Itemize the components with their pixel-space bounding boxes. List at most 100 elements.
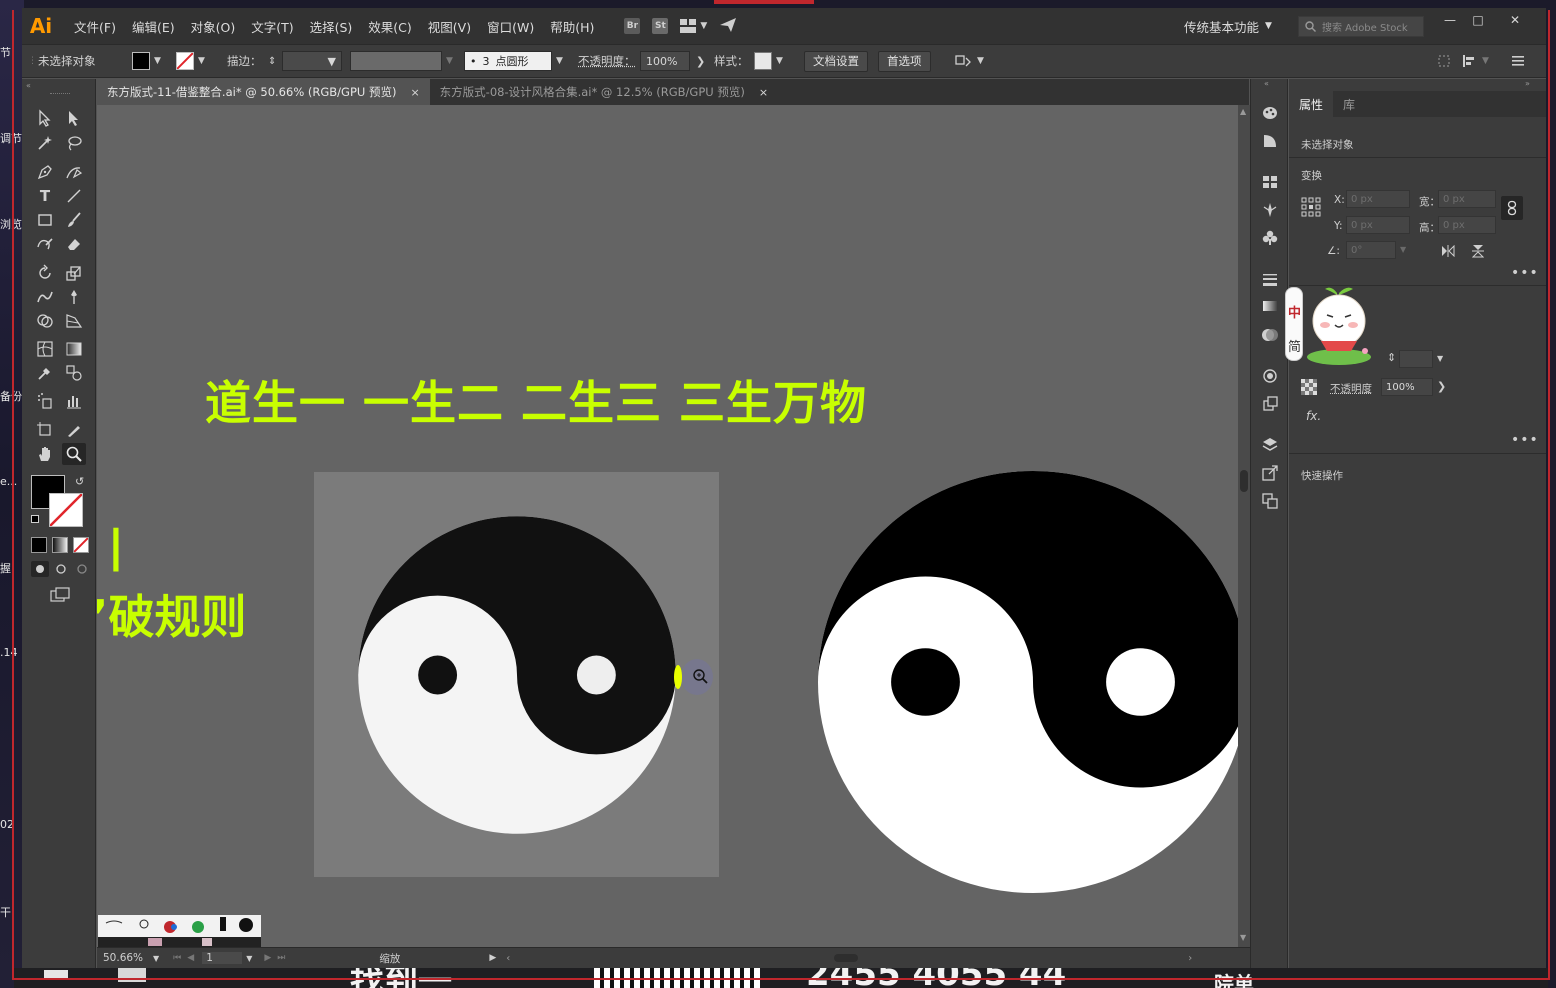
menu-effect[interactable]: 效果(C) bbox=[360, 8, 419, 44]
stroke-swatch[interactable]: ▼ bbox=[176, 45, 205, 77]
chevron-down-icon[interactable]: ▼ bbox=[1400, 245, 1406, 254]
chevron-down-icon[interactable]: ▼ bbox=[153, 954, 159, 963]
hand-tool-icon[interactable] bbox=[33, 443, 57, 465]
artboards-icon[interactable] bbox=[1259, 490, 1281, 512]
rectangle-tool-icon[interactable] bbox=[33, 209, 57, 231]
last-artboard-icon[interactable]: ⏭ bbox=[277, 953, 285, 963]
previous-artboard-icon[interactable]: ◀ bbox=[187, 953, 194, 963]
menu-edit[interactable]: 编辑(E) bbox=[124, 8, 183, 44]
opacity-field[interactable]: 100% ❯ bbox=[640, 45, 705, 77]
fill-swatch[interactable]: ▼ bbox=[132, 45, 161, 77]
opacity-field[interactable]: 100% bbox=[1381, 378, 1433, 396]
stepper-icon[interactable]: ⇕ bbox=[1387, 351, 1396, 364]
yin-yang-raster[interactable] bbox=[350, 513, 684, 837]
symbols-icon[interactable] bbox=[1259, 227, 1281, 249]
screen-mode-icon[interactable] bbox=[50, 587, 70, 606]
close-button[interactable]: ✕ bbox=[1500, 8, 1530, 32]
horizontal-scroll-thumb[interactable] bbox=[834, 954, 859, 962]
menu-select[interactable]: 选择(S) bbox=[302, 8, 361, 44]
perspective-grid-tool-icon[interactable] bbox=[62, 310, 86, 332]
scroll-right-icon[interactable]: › bbox=[1188, 953, 1192, 964]
transform-icon[interactable] bbox=[1437, 45, 1451, 77]
pen-tool-icon[interactable] bbox=[33, 161, 57, 183]
flip-vertical-icon[interactable] bbox=[1472, 244, 1484, 258]
stock-search-input[interactable]: 搜索 Adobe Stock bbox=[1298, 16, 1424, 37]
scroll-left-icon[interactable]: ‹ bbox=[506, 953, 510, 964]
workspace-switcher[interactable]: 传统基本功能 ▼ bbox=[1184, 8, 1272, 44]
puppet-warp-tool-icon[interactable] bbox=[62, 286, 86, 308]
more-options-icon[interactable]: ••• bbox=[1511, 265, 1539, 281]
draw-behind-icon[interactable] bbox=[52, 561, 70, 577]
type-tool-icon[interactable]: T bbox=[33, 185, 57, 207]
scroll-down-icon[interactable]: ▼ bbox=[1240, 933, 1246, 942]
x-field[interactable]: 0 px bbox=[1346, 190, 1410, 208]
tab-libraries[interactable]: 库 bbox=[1333, 91, 1365, 117]
draw-normal-icon[interactable] bbox=[31, 561, 49, 577]
color-panel-icon[interactable] bbox=[1259, 101, 1281, 123]
zoom-level[interactable]: 50.66% bbox=[103, 952, 145, 964]
angle-field[interactable]: 0° bbox=[1346, 241, 1396, 259]
collapse-icon[interactable]: « bbox=[26, 81, 31, 90]
next-artboard-icon[interactable]: ▶ bbox=[264, 953, 271, 963]
stroke-panel-icon[interactable] bbox=[1259, 268, 1281, 290]
effects-icon[interactable]: fx. bbox=[1306, 409, 1321, 423]
none-mode-icon[interactable] bbox=[73, 537, 89, 553]
vertical-scrollbar[interactable]: ▲ ▼ bbox=[1238, 105, 1250, 947]
menu-help[interactable]: 帮助(H) bbox=[542, 8, 602, 44]
transparency-icon[interactable] bbox=[1259, 324, 1281, 346]
opacity-label[interactable]: 不透明度： bbox=[578, 45, 636, 77]
panel-menu-icon[interactable] bbox=[1512, 45, 1524, 77]
ime-mascot-icon[interactable] bbox=[1301, 285, 1377, 367]
layers-icon[interactable] bbox=[1259, 434, 1281, 456]
minimize-button[interactable]: — bbox=[1435, 8, 1465, 32]
maximize-button[interactable]: □ bbox=[1463, 8, 1493, 32]
stock-icon[interactable]: St bbox=[652, 18, 669, 34]
stroke-stepper[interactable]: ⇕ bbox=[268, 45, 276, 77]
reference-point-icon[interactable] bbox=[1301, 197, 1321, 217]
preferences-button[interactable]: 首选项 bbox=[878, 45, 931, 77]
eyedropper-tool-icon[interactable] bbox=[33, 362, 57, 384]
stroke-weight-field[interactable]: ▼ bbox=[282, 45, 342, 77]
ime-simplified-mode[interactable]: 简 bbox=[1288, 336, 1301, 355]
canvas[interactable]: 道生一 一生二 二生三 三生万物 丨 ’破规则 bbox=[97, 105, 1238, 947]
chevron-down-icon[interactable]: ▼ bbox=[1437, 354, 1443, 363]
brush-definition[interactable]: • 3 点圆形 ▼ bbox=[464, 45, 563, 77]
document-setup-button[interactable]: 文档设置 bbox=[804, 45, 868, 77]
warp-tool-icon[interactable] bbox=[33, 286, 57, 308]
color-guide-icon[interactable] bbox=[1259, 130, 1281, 152]
send-icon[interactable] bbox=[719, 17, 737, 36]
lasso-tool-icon[interactable] bbox=[62, 132, 86, 154]
chevron-down-icon[interactable]: ▼ bbox=[246, 954, 252, 963]
shaper-tool-icon[interactable] bbox=[33, 233, 57, 255]
navigator-thumbnails[interactable] bbox=[98, 915, 261, 947]
chevron-right-icon[interactable]: ❯ bbox=[1437, 380, 1446, 393]
width-field[interactable]: 0 px bbox=[1438, 190, 1496, 208]
menu-window[interactable]: 窗口(W) bbox=[479, 8, 542, 44]
headline-text[interactable]: 道生一 一生二 二生三 三生万物 bbox=[205, 367, 867, 433]
arrange-documents-icon[interactable]: ▼ bbox=[680, 19, 707, 33]
color-mode-icon[interactable] bbox=[31, 537, 47, 553]
artboard-tool-icon[interactable] bbox=[33, 419, 57, 441]
slice-tool-icon[interactable] bbox=[62, 419, 86, 441]
stroke-color-box[interactable] bbox=[49, 493, 83, 527]
paintbrush-tool-icon[interactable] bbox=[62, 209, 86, 231]
gradient-panel-icon[interactable] bbox=[1259, 295, 1281, 317]
tab-document-11[interactable]: 东方版式-11-借鉴整合.ai* @ 50.66% (RGB/GPU 预览) × bbox=[97, 79, 430, 105]
opacity-label[interactable]: 不透明度 bbox=[1330, 381, 1372, 396]
menu-object[interactable]: 对象(O) bbox=[183, 8, 244, 44]
partial-text[interactable]: ’破规则 bbox=[97, 581, 246, 647]
constrain-proportions-button[interactable] bbox=[1501, 196, 1523, 220]
status-menu-icon[interactable]: ▶ bbox=[489, 953, 496, 963]
export-icon[interactable] bbox=[1259, 462, 1281, 484]
tab-properties[interactable]: 属性 bbox=[1289, 91, 1334, 117]
scroll-up-icon[interactable]: ▲ bbox=[1240, 107, 1246, 116]
shape-builder-tool-icon[interactable] bbox=[33, 310, 57, 332]
y-field[interactable]: 0 px bbox=[1346, 216, 1410, 234]
line-segment-tool-icon[interactable] bbox=[62, 185, 86, 207]
collapse-icon[interactable]: » bbox=[1525, 79, 1530, 88]
flip-horizontal-icon[interactable] bbox=[1441, 245, 1455, 257]
close-icon[interactable]: × bbox=[410, 86, 419, 99]
align-options-icon[interactable]: ▼ bbox=[955, 45, 984, 77]
ime-chinese-mode[interactable]: 中 bbox=[1288, 302, 1301, 321]
bridge-icon[interactable]: Br bbox=[624, 18, 641, 34]
